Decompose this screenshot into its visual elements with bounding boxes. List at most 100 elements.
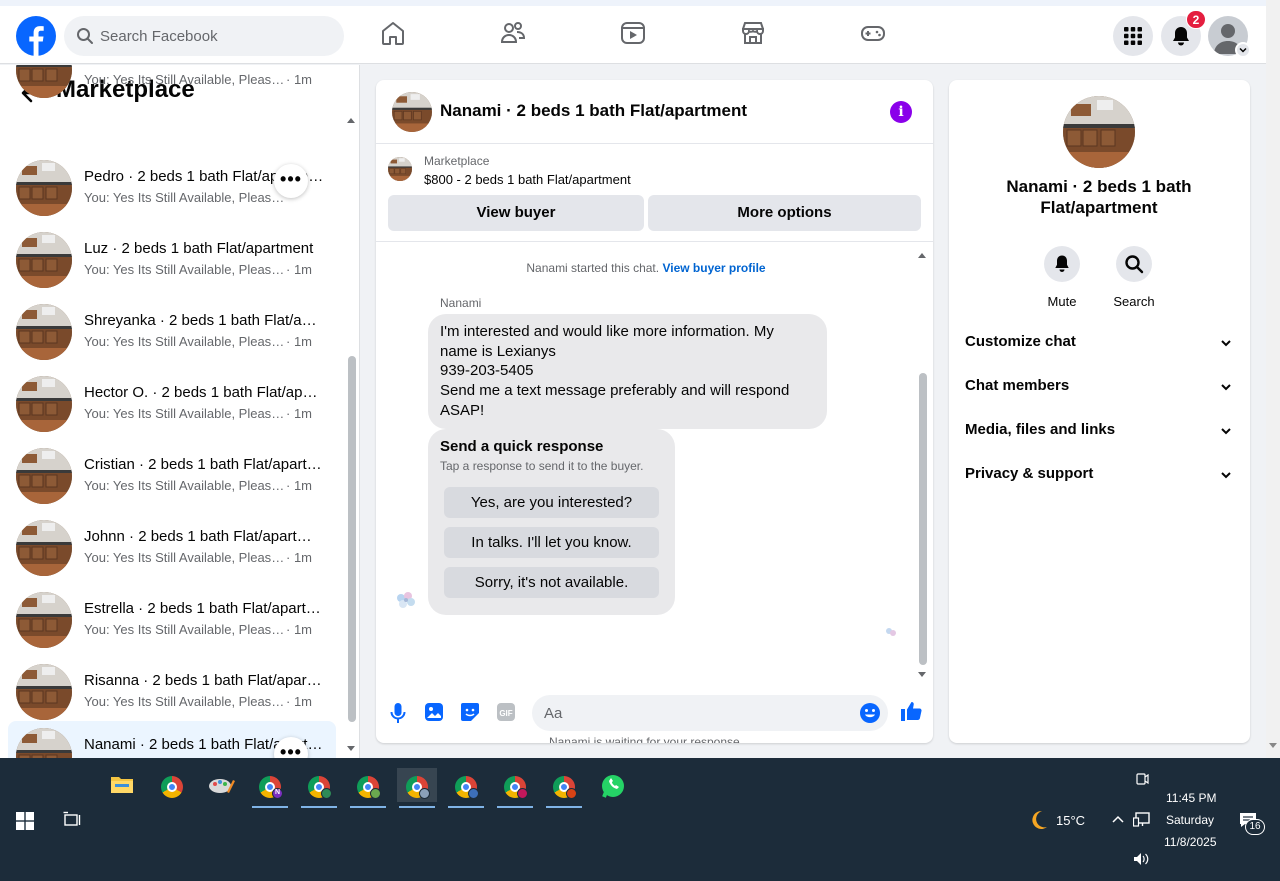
conversation-title: Luz · 2 beds 1 bath Flat/apartment — [84, 240, 314, 257]
friends-icon[interactable] — [500, 20, 526, 46]
chat-scrollbar[interactable] — [917, 248, 929, 677]
thumbs-up-icon[interactable] — [900, 700, 922, 722]
conversation-item[interactable]: Pedro · 2 beds 1 bath Flat/apartment You:… — [8, 153, 336, 223]
open-indicator — [350, 806, 386, 808]
conversation-preview: You: Yes Its Still Available, Please S..… — [84, 72, 324, 87]
chat-title[interactable]: Nanami · 2 beds 1 bath Flat/apartment — [440, 101, 747, 121]
search-in-chat-button[interactable] — [1116, 246, 1152, 282]
conversation-item[interactable]: Risanna · 2 beds 1 bath Flat/apartment Yo… — [8, 657, 336, 727]
listing-photo[interactable] — [1063, 96, 1135, 168]
media-files-links-section[interactable]: Media, files and links — [957, 410, 1242, 450]
chrome-taskbar-icon[interactable] — [152, 768, 192, 802]
quick-response-button[interactable]: Sorry, it's not available. — [444, 567, 659, 598]
task-view-icon[interactable] — [63, 811, 81, 829]
paint-taskbar-icon[interactable] — [201, 768, 241, 802]
message-input-wrapper[interactable] — [532, 695, 888, 731]
mute-label: Mute — [1047, 294, 1077, 309]
conversation-more-button[interactable]: ••• — [274, 164, 308, 198]
weather-temperature[interactable]: 15°C — [1056, 813, 1085, 828]
whatsapp-taskbar-icon[interactable] — [593, 768, 633, 802]
chrome-profile-taskbar-icon-active[interactable] — [397, 768, 437, 808]
clock-date[interactable]: 11/8/2025 — [1164, 835, 1217, 849]
windows-start-icon[interactable] — [16, 812, 34, 830]
search-action[interactable]: Search — [1104, 246, 1164, 309]
view-buyer-button[interactable]: View buyer — [388, 195, 644, 231]
conversation-item[interactable]: Cristian · 2 beds 1 bath Flat/apartment Y… — [8, 441, 336, 511]
moon-weather-icon[interactable] — [1030, 810, 1048, 830]
scrollbar-thumb[interactable] — [919, 373, 927, 665]
listing-title[interactable]: $800 - 2 beds 1 bath Flat/apartment — [424, 172, 631, 187]
conversation-item[interactable]: Hector O. · 2 beds 1 bath Flat/apartment… — [8, 369, 336, 439]
file-explorer-taskbar-icon[interactable] — [102, 768, 142, 802]
page-scrollbar[interactable] — [1266, 0, 1280, 758]
listing-thumbnail-small[interactable] — [388, 157, 412, 181]
clock-day[interactable]: Saturday — [1166, 813, 1214, 827]
message-line: 939-203-5405 — [440, 362, 534, 380]
conversation-item[interactable]: Estrella · 2 beds 1 bath Flat/apartment Y… — [8, 585, 336, 655]
volume-icon[interactable] — [1133, 852, 1149, 866]
facebook-logo-icon[interactable] — [16, 16, 56, 56]
view-buyer-profile-link[interactable]: View buyer profile — [662, 261, 765, 275]
meet-now-icon[interactable] — [1135, 772, 1149, 786]
search-input[interactable] — [100, 16, 330, 56]
chrome-profile-taskbar-icon[interactable] — [446, 768, 486, 808]
gaming-icon[interactable] — [860, 20, 886, 46]
conversation-item[interactable]: Nanami · 2 beds 1 bath Flat/apartment ••• — [8, 721, 336, 758]
message-line: I'm interested and would like more infor… — [440, 323, 774, 340]
open-indicator — [497, 806, 533, 808]
conversation-item[interactable]: Johnn · 2 beds 1 bath Flat/apartment You:… — [8, 513, 336, 583]
privacy-support-section[interactable]: Privacy & support — [957, 454, 1242, 494]
chrome-profile-taskbar-icon[interactable]: N — [250, 768, 290, 808]
scroll-up-icon[interactable] — [347, 118, 355, 123]
photo-icon[interactable] — [424, 702, 444, 722]
scrollbar-thumb[interactable] — [348, 356, 356, 722]
chevron-up-icon[interactable] — [1111, 814, 1125, 824]
gif-icon[interactable]: GIF — [496, 702, 516, 722]
marketplace-conversation-list: Marketplace You: Yes Its Still Available… — [0, 65, 360, 758]
section-title: Privacy & support — [965, 465, 1094, 482]
conversation-item[interactable]: Luz · 2 beds 1 bath Flat/apartment You: Y… — [8, 225, 336, 295]
preview-time: · 1m — [286, 406, 312, 421]
chrome-profile-taskbar-icon[interactable] — [299, 768, 339, 808]
quick-response-button[interactable]: In talks. I'll let you know. — [444, 527, 659, 558]
scroll-down-icon[interactable] — [347, 746, 355, 751]
seen-indicator-avatar — [884, 625, 898, 639]
listing-thumbnail[interactable] — [392, 92, 432, 132]
search-box[interactable] — [64, 16, 344, 56]
profile-badge-icon — [566, 788, 577, 799]
message-line: Send me a text message preferably and wi… — [440, 382, 790, 400]
clock-time[interactable]: 11:45 PM — [1166, 791, 1216, 805]
message-thread: Nanami started this chat. View buyer pro… — [376, 243, 933, 743]
watch-icon[interactable] — [620, 20, 646, 46]
chrome-profile-taskbar-icon[interactable] — [495, 768, 535, 808]
emoji-icon[interactable] — [860, 703, 880, 723]
home-icon[interactable] — [380, 20, 406, 46]
network-icon[interactable] — [1133, 812, 1151, 828]
chrome-profile-taskbar-icon[interactable] — [348, 768, 388, 808]
message-bubble[interactable]: I'm interested and would like more infor… — [428, 314, 827, 429]
more-options-button[interactable]: More options — [648, 195, 921, 231]
microphone-icon[interactable] — [389, 702, 407, 724]
chrome-profile-taskbar-icon[interactable] — [544, 768, 584, 808]
mute-action[interactable]: Mute — [1032, 246, 1092, 309]
menu-grid-button[interactable] — [1113, 16, 1153, 56]
conversation-scrollbar[interactable] — [346, 113, 356, 753]
mute-button[interactable] — [1044, 246, 1080, 282]
account-chevron-icon[interactable] — [1235, 42, 1251, 58]
chevron-down-icon — [1221, 340, 1231, 347]
conversation-item[interactable]: You: Yes Its Still Available, Please S..… — [8, 65, 336, 105]
message-input[interactable] — [544, 695, 844, 731]
customize-chat-section[interactable]: Customize chat — [957, 322, 1242, 362]
info-icon[interactable]: i — [890, 101, 912, 123]
sticker-icon[interactable] — [460, 702, 480, 722]
quick-response-button[interactable]: Yes, are you interested? — [444, 487, 659, 518]
sender-avatar[interactable] — [392, 586, 420, 614]
scroll-down-icon[interactable] — [918, 672, 926, 677]
scroll-up-icon[interactable] — [918, 253, 926, 258]
marketplace-icon[interactable] — [740, 20, 766, 46]
chat-members-section[interactable]: Chat members — [957, 366, 1242, 406]
chat-panel: Nanami · 2 beds 1 bath Flat/apartment i … — [376, 80, 933, 743]
listing-thumbnail — [16, 65, 72, 98]
conversation-item[interactable]: Shreyanka · 2 beds 1 bath Flat/apartment… — [8, 297, 336, 367]
listing-thumbnail — [16, 448, 72, 504]
